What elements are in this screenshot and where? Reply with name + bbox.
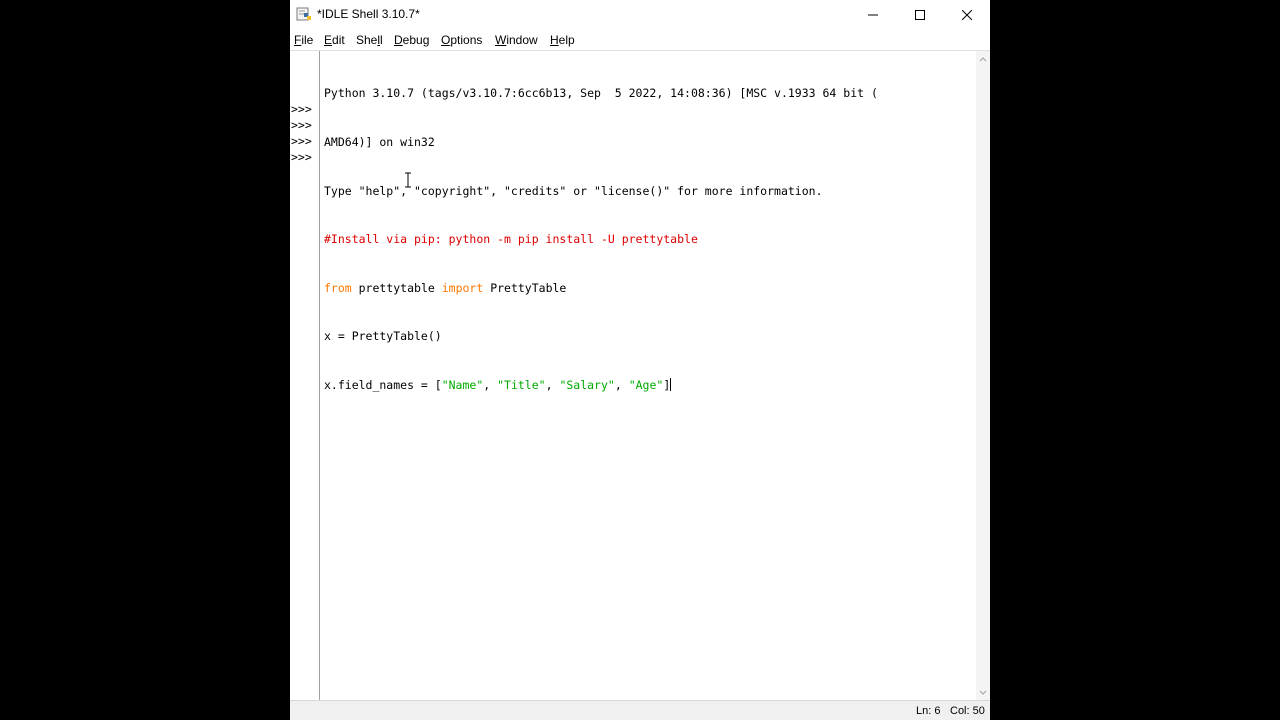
column-number-status: Col: 50 — [950, 705, 985, 717]
ibeam-cursor-icon — [405, 172, 411, 188]
maximize-icon — [915, 10, 925, 20]
menu-help[interactable]: Help — [550, 33, 575, 47]
line-number-status: Ln: 6 — [916, 705, 941, 717]
shell-text[interactable]: Python 3.10.7 (tags/v3.10.7:6cc6b13, Sep… — [324, 53, 974, 426]
menu-shell-rest: l — [380, 33, 383, 47]
scroll-up-arrow-icon[interactable] — [978, 55, 988, 63]
banner-line: AMD64)] on win32 — [324, 135, 435, 149]
vertical-scrollbar[interactable] — [976, 51, 990, 701]
scroll-down-arrow-icon[interactable] — [978, 689, 988, 697]
maximize-button[interactable] — [897, 0, 943, 30]
keyword-token: from — [324, 280, 352, 295]
menu-edit-rest: dit — [332, 33, 345, 47]
code-token: , — [483, 377, 498, 392]
menu-debug-mnemonic: D — [394, 33, 403, 47]
prompt-marker: >>> — [291, 102, 312, 116]
code-token: prettytable — [351, 280, 442, 295]
keyword-token: import — [441, 280, 484, 295]
menu-edit[interactable]: Edit — [324, 33, 345, 47]
minimize-icon — [868, 14, 878, 16]
menu-shell-start: She — [356, 33, 378, 47]
menu-options-mnemonic: O — [441, 33, 451, 47]
menu-options-rest: ptions — [450, 33, 483, 47]
string-token: "Name" — [441, 377, 484, 392]
window-title: *IDLE Shell 3.10.7* — [317, 7, 420, 21]
banner-line: Python 3.10.7 (tags/v3.10.7:6cc6b13, Sep… — [324, 86, 878, 101]
code-token: PrettyTable — [483, 280, 567, 295]
code-token: ] — [663, 377, 671, 392]
code-token: x.field_names = [ — [324, 377, 442, 392]
code-line-import: from prettytable import PrettyTable — [324, 280, 974, 296]
menu-file-rest: ile — [301, 33, 314, 47]
menu-window-mnemonic: W — [495, 33, 507, 47]
status-bar: Ln: 6 Col: 50 — [290, 700, 990, 720]
prompt-sidebar: >>> >>> >>> >>> — [290, 51, 320, 701]
menu-help-rest: elp — [558, 33, 575, 47]
prompt-marker: >>> — [291, 150, 312, 164]
code-token: , — [545, 377, 560, 392]
title-bar[interactable]: *IDLE Shell 3.10.7* — [290, 0, 990, 30]
prompt-marker: >>> — [291, 118, 312, 132]
string-token: "Age" — [628, 377, 664, 392]
shell-editor[interactable]: >>> >>> >>> >>> Python 3.10.7 (tags/v3.1… — [290, 50, 990, 701]
menu-edit-mnemonic: E — [324, 33, 333, 47]
text-cursor — [670, 377, 672, 391]
python-idle-icon — [296, 7, 311, 21]
menu-shell[interactable]: Shell — [356, 33, 383, 47]
idle-shell-window: *IDLE Shell 3.10.7* File Edit Shell Debu… — [290, 0, 990, 720]
code-token: x = PrettyTable() — [324, 329, 442, 344]
code-token: , — [614, 377, 629, 392]
prompt-marker: >>> — [291, 134, 312, 148]
string-token: "Salary" — [559, 377, 615, 392]
comment-token: #Install via pip: python -m pip install … — [324, 232, 698, 247]
code-line-field-names: x.field_names = ["Name", "Title", "Salar… — [324, 377, 974, 393]
close-icon — [962, 10, 972, 20]
menu-file[interactable]: File — [294, 33, 313, 47]
menu-window-rest: indow — [506, 33, 538, 47]
menu-debug[interactable]: Debug — [394, 33, 429, 47]
code-line-comment: #Install via pip: python -m pip install … — [324, 231, 974, 247]
menu-window[interactable]: Window — [495, 33, 538, 47]
menu-bar: File Edit Shell Debug Options Window Hel… — [290, 30, 990, 50]
code-line-assign: x = PrettyTable() — [324, 328, 974, 344]
menu-debug-rest: ebug — [402, 33, 430, 47]
string-token: "Title" — [497, 377, 546, 392]
banner-line: Type "help", "copyright", "credits" or "… — [324, 183, 823, 198]
menu-options[interactable]: Options — [441, 33, 482, 47]
close-button[interactable] — [944, 0, 990, 30]
minimize-button[interactable] — [850, 0, 896, 30]
menu-help-mnemonic: H — [550, 33, 559, 47]
